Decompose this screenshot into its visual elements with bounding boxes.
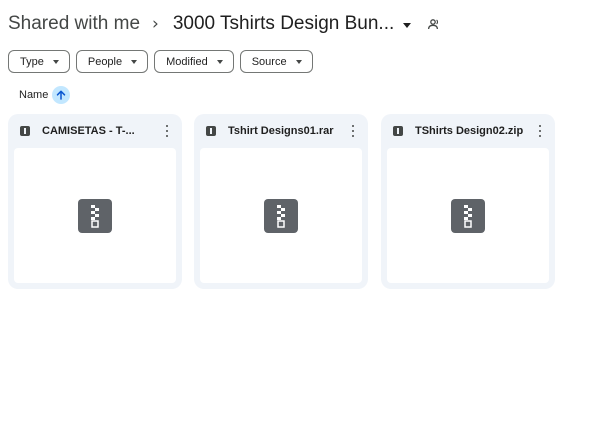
file-card-header: Tshirt Designs01.rar (194, 114, 368, 148)
sort-direction-button[interactable] (52, 86, 71, 104)
filter-modified-label: Modified (166, 55, 208, 68)
archive-file-icon (20, 126, 30, 136)
chevron-down-icon (295, 59, 302, 64)
filter-source-chip[interactable]: Source (239, 50, 313, 73)
file-card[interactable]: TShirts Design02.zip (381, 114, 555, 289)
file-thumbnail[interactable] (200, 148, 362, 283)
breadcrumb: Shared with me › 3000 Tshirts Design Bun… (8, 10, 442, 38)
file-card[interactable]: Tshirt Designs01.rar (194, 114, 368, 289)
breadcrumb-separator: › (152, 14, 159, 34)
file-card[interactable]: CAMISETAS - T-... (8, 114, 182, 289)
file-card-header: CAMISETAS - T-... (8, 114, 182, 148)
file-name: TShirts Design02.zip (415, 125, 524, 137)
zip-archive-icon (264, 198, 298, 233)
breadcrumb-current-folder[interactable]: 3000 Tshirts Design Bun... (173, 13, 394, 35)
chevron-down-icon (52, 59, 59, 64)
breadcrumb-shared-with-me[interactable]: Shared with me (8, 13, 140, 35)
shared-folder-icon[interactable] (426, 16, 442, 32)
chevron-down-icon (131, 59, 138, 64)
file-thumbnail[interactable] (14, 148, 176, 283)
arrow-up-icon (57, 90, 66, 100)
filter-source-label: Source (251, 55, 287, 68)
zip-archive-icon (78, 198, 112, 233)
filter-people-label: People (87, 55, 123, 68)
file-name: Tshirt Designs01.rar (228, 125, 334, 137)
file-card-header: TShirts Design02.zip (381, 114, 555, 148)
filter-type-label: Type (20, 55, 44, 68)
filter-bar: Type People Modified Source (8, 50, 313, 73)
more-vert-icon[interactable] (162, 124, 172, 138)
sort-control: Name (19, 86, 71, 104)
zip-archive-icon (451, 198, 485, 233)
archive-file-icon (393, 126, 403, 136)
more-vert-icon[interactable] (535, 124, 545, 138)
archive-file-icon (206, 126, 216, 136)
chevron-down-icon (216, 59, 223, 64)
filter-modified-chip[interactable]: Modified (154, 50, 234, 73)
filter-type-chip[interactable]: Type (8, 50, 70, 73)
filter-people-chip[interactable]: People (75, 50, 149, 73)
file-thumbnail[interactable] (387, 148, 549, 283)
more-vert-icon[interactable] (348, 124, 358, 138)
folder-menu-caret-icon[interactable] (403, 22, 412, 28)
file-name: CAMISETAS - T-... (42, 125, 135, 137)
sort-label[interactable]: Name (19, 89, 48, 101)
